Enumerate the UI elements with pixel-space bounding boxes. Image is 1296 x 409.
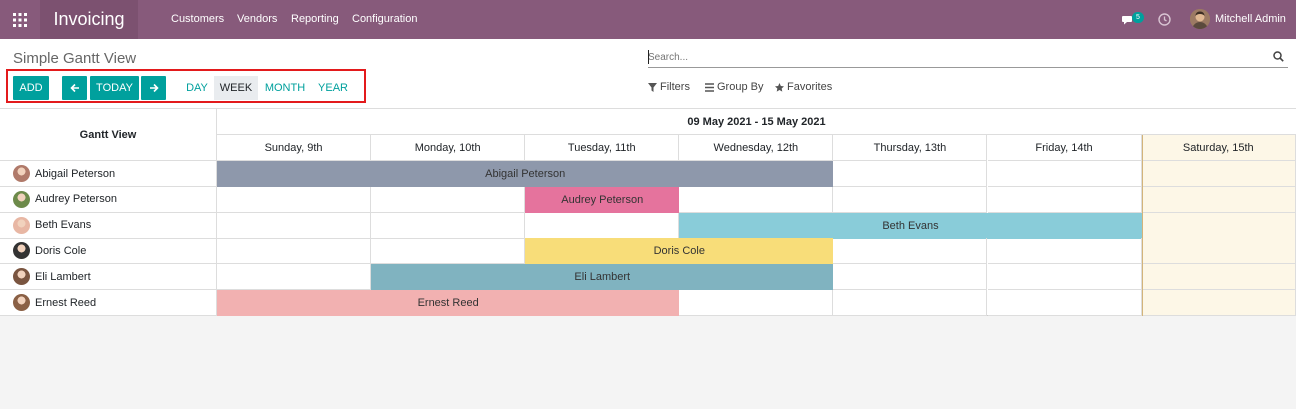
menu-vendors[interactable]: Vendors — [237, 13, 277, 25]
favorites-label: Favorites — [787, 81, 833, 93]
filters-label: Filters — [660, 81, 690, 93]
filters-button[interactable]: Filters — [648, 81, 690, 93]
gantt-task-bar[interactable]: Doris Cole — [525, 238, 834, 265]
scale-week-button[interactable]: WEEK — [214, 76, 258, 100]
row-label: Doris Cole — [0, 238, 217, 265]
group-by-button[interactable]: Group By — [705, 81, 763, 93]
gantt-cell[interactable] — [1141, 161, 1296, 187]
user-avatar[interactable] — [1190, 9, 1210, 29]
menu-customers[interactable]: Customers — [171, 13, 224, 25]
gantt-cell[interactable] — [679, 186, 834, 213]
row-name: Ernest Reed — [35, 296, 97, 309]
row-label: Beth Evans — [0, 212, 217, 239]
gantt-cell[interactable] — [1141, 290, 1296, 316]
gantt-cell[interactable] — [217, 186, 372, 213]
previous-button[interactable] — [62, 76, 87, 100]
grid-icon — [13, 12, 27, 27]
gantt-cell[interactable] — [987, 264, 1142, 291]
gantt-cell[interactable] — [217, 212, 372, 239]
add-button[interactable]: ADD — [13, 76, 49, 100]
gantt-cell[interactable] — [987, 186, 1142, 213]
menu-configuration[interactable]: Configuration — [352, 13, 417, 25]
gantt-cell[interactable] — [987, 161, 1142, 187]
search-bar — [648, 48, 1288, 68]
control-panel: Simple Gantt View ADD TODAY DAY WEEK MON… — [0, 39, 1296, 109]
day-header: Thursday, 13th — [833, 135, 988, 161]
gantt-task-bar[interactable]: Audrey Peterson — [525, 186, 680, 213]
gantt-cell[interactable] — [833, 290, 988, 316]
avatar — [13, 242, 30, 260]
avatar — [13, 190, 30, 208]
apps-menu-button[interactable] — [0, 0, 40, 39]
gantt-cell[interactable] — [679, 290, 834, 316]
today-button[interactable]: TODAY — [90, 76, 139, 100]
arrow-right-icon — [149, 83, 159, 93]
row-name: Audrey Peterson — [35, 193, 117, 206]
search-input[interactable] — [648, 48, 1248, 66]
day-header: Wednesday, 12th — [679, 135, 834, 161]
star-icon — [775, 82, 784, 92]
today-marker — [1142, 135, 1143, 316]
messaging-button[interactable]: 5 — [1122, 12, 1148, 28]
gantt-cell[interactable] — [371, 186, 526, 213]
day-header: Friday, 14th — [987, 135, 1142, 161]
top-navbar: Invoicing Customers Vendors Reporting Co… — [0, 0, 1296, 39]
clock-icon[interactable] — [1158, 13, 1171, 26]
avatar — [13, 268, 30, 286]
text-cursor — [648, 50, 649, 64]
gantt-cell[interactable] — [371, 212, 526, 239]
avatar — [13, 165, 30, 182]
gantt-cell[interactable] — [833, 186, 988, 213]
avatar — [13, 216, 30, 234]
gantt-task-bar[interactable]: Eli Lambert — [371, 264, 834, 291]
row-label: Audrey Peterson — [0, 186, 217, 213]
page-title: Simple Gantt View — [13, 50, 137, 67]
gantt-cell[interactable] — [1141, 238, 1296, 265]
day-header: Tuesday, 11th — [525, 135, 680, 161]
gantt-task-bar[interactable]: Ernest Reed — [217, 290, 680, 316]
gantt-title: Gantt View — [0, 109, 217, 161]
row-name: Eli Lambert — [35, 270, 91, 283]
gantt-task-bar[interactable]: Beth Evans — [679, 212, 1142, 239]
gantt-cell[interactable] — [217, 264, 372, 291]
gantt-cell[interactable] — [1141, 212, 1296, 239]
row-name: Abigail Peterson — [35, 167, 116, 180]
gantt-view: Gantt View 09 May 2021 - 15 May 2021 Sun… — [0, 109, 1296, 316]
menu-reporting[interactable]: Reporting — [291, 13, 339, 25]
search-icon[interactable] — [1273, 51, 1284, 62]
scale-day-button[interactable]: DAY — [181, 76, 213, 100]
user-name[interactable]: Mitchell Admin — [1215, 13, 1286, 25]
app-brand[interactable]: Invoicing — [40, 0, 138, 39]
arrow-left-icon — [69, 83, 79, 93]
chat-count-badge: 5 — [1132, 12, 1144, 23]
gantt-cell[interactable] — [833, 238, 988, 265]
gantt-cell[interactable] — [987, 290, 1142, 316]
row-label: Eli Lambert — [0, 264, 217, 291]
gantt-cell[interactable] — [833, 264, 988, 291]
scale-year-button[interactable]: YEAR — [312, 76, 354, 100]
funnel-icon — [648, 82, 657, 92]
list-icon — [705, 82, 714, 92]
day-header: Monday, 10th — [371, 135, 526, 161]
gantt-date-range: 09 May 2021 - 15 May 2021 — [217, 109, 1296, 135]
gantt-cell[interactable] — [217, 238, 372, 265]
gantt-cell[interactable] — [371, 238, 526, 265]
gantt-cell[interactable] — [1141, 264, 1296, 291]
gantt-task-bar[interactable]: Abigail Peterson — [217, 161, 834, 187]
gantt-cell[interactable] — [987, 238, 1142, 265]
row-label: Abigail Peterson — [0, 161, 217, 187]
row-label: Ernest Reed — [0, 290, 217, 316]
gantt-cell[interactable] — [833, 161, 988, 187]
day-header: Saturday, 15th — [1141, 135, 1296, 161]
gantt-cell[interactable] — [1141, 186, 1296, 213]
day-header: Sunday, 9th — [217, 135, 372, 161]
row-name: Doris Cole — [35, 244, 87, 257]
next-button[interactable] — [141, 76, 166, 100]
scale-month-button[interactable]: MONTH — [260, 76, 310, 100]
gantt-cell[interactable] — [525, 212, 680, 239]
row-name: Beth Evans — [35, 219, 92, 232]
group-by-label: Group By — [717, 81, 764, 93]
avatar — [13, 294, 30, 311]
favorites-button[interactable]: Favorites — [775, 81, 832, 93]
